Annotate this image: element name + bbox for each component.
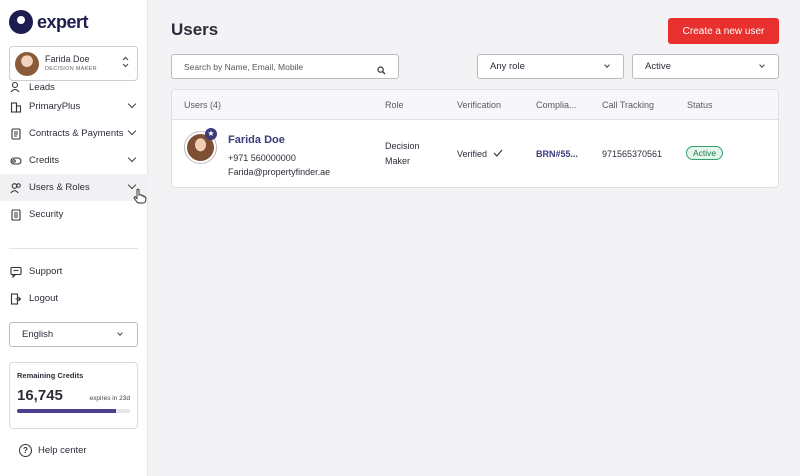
account-switcher[interactable]: Farida Doe DECISION MAKER xyxy=(9,46,138,81)
user-email: Farida@propertyfinder.ae xyxy=(228,167,331,177)
chevron-down-icon xyxy=(759,62,765,68)
sidebar-item-label: Contracts & Payments xyxy=(29,128,124,139)
chevron-down-icon xyxy=(117,330,123,336)
search-field[interactable] xyxy=(171,54,399,79)
credits-value: 16,745 xyxy=(17,387,63,404)
page-title: Users xyxy=(171,20,219,39)
status-badge: Active xyxy=(686,146,724,160)
sidebar-item-label: Users & Roles xyxy=(29,182,90,193)
search-icon[interactable] xyxy=(377,62,386,80)
logo-mark-icon xyxy=(9,10,33,34)
sidebar-item-label: Leads xyxy=(29,82,55,93)
credits-progress-fill xyxy=(17,409,117,413)
status-filter-select[interactable]: Active xyxy=(632,54,779,79)
sidebar-item-support[interactable]: Support xyxy=(0,258,148,285)
header-role: Role xyxy=(385,100,404,110)
sidebar-item-label: Credits xyxy=(29,155,60,166)
table-row[interactable]: ★ Farida Doe +971 560000000 Farida@prope… xyxy=(172,120,778,187)
help-center-label: Help center xyxy=(38,445,87,456)
create-new-user-button[interactable]: Create a new user xyxy=(668,18,779,44)
leads-icon xyxy=(10,81,22,93)
header-compliance: Complia... xyxy=(536,100,577,110)
user-role-line2: Maker xyxy=(385,156,411,166)
role-filter-select[interactable]: Any role xyxy=(477,54,624,79)
brand-name: expert xyxy=(37,11,89,32)
language-select[interactable]: English xyxy=(9,322,138,347)
chevron-down-icon xyxy=(604,62,610,68)
security-document-icon xyxy=(10,208,22,221)
hand-pointer-cursor-icon xyxy=(133,188,147,209)
account-name: Farida Doe xyxy=(45,53,90,64)
sidebar-item-leads[interactable]: Leads xyxy=(0,81,148,93)
sidebar-nav: Leads PrimaryPlus Contracts & Payments C… xyxy=(0,81,148,228)
sidebar-item-label: Logout xyxy=(29,293,59,304)
language-value: English xyxy=(22,329,54,340)
chat-icon xyxy=(10,266,22,278)
header-call-tracking: Call Tracking xyxy=(602,100,655,110)
document-icon xyxy=(10,127,22,140)
header-verification: Verification xyxy=(457,100,502,110)
credits-title: Remaining Credits xyxy=(17,371,84,380)
sidebar-item-contracts-payments[interactable]: Contracts & Payments xyxy=(0,120,148,147)
table-header: Users (4) Role Verification Complia... C… xyxy=(172,90,778,120)
header-users: Users (4) xyxy=(184,100,222,110)
remaining-credits-card: Remaining Credits 16,745 expires in 23d xyxy=(9,362,138,429)
sidebar-item-users-roles[interactable]: Users & Roles xyxy=(0,174,148,201)
building-icon xyxy=(10,101,22,113)
sidebar-item-primaryplus[interactable]: PrimaryPlus xyxy=(0,93,148,120)
sidebar-item-label: PrimaryPlus xyxy=(29,101,81,112)
call-tracking-number: 971565370561 xyxy=(602,149,663,159)
verification-status: Verified xyxy=(457,149,488,159)
credits-expiry: expires in 23d xyxy=(89,395,130,402)
help-icon: ? xyxy=(19,444,32,457)
coins-icon xyxy=(10,155,22,167)
compliance-brn-link[interactable]: BRN#55... xyxy=(536,149,578,159)
sidebar-item-credits[interactable]: Credits xyxy=(0,147,148,174)
credits-progress-bar xyxy=(17,409,130,413)
chevron-down-icon xyxy=(127,126,137,136)
chevron-down-icon xyxy=(127,99,137,109)
sidebar-secondary-nav: Support Logout xyxy=(0,258,148,312)
sidebar-item-logout[interactable]: Logout xyxy=(0,285,148,312)
sidebar: expert Farida Doe DECISION MAKER Leads P… xyxy=(0,0,148,476)
sidebar-item-label: Security xyxy=(29,209,64,220)
sidebar-item-security[interactable]: Security xyxy=(0,201,148,228)
user-phone: +971 560000000 xyxy=(228,153,296,163)
user-role-line1: Decision xyxy=(385,141,420,151)
status-filter-value: Active xyxy=(645,61,671,72)
header-status: Status xyxy=(687,100,713,110)
sidebar-divider xyxy=(9,248,138,249)
avatar xyxy=(15,51,39,76)
help-center-link[interactable]: ? Help center xyxy=(19,444,87,457)
checkmark-icon xyxy=(493,149,503,159)
star-badge-icon: ★ xyxy=(205,128,217,140)
role-filter-value: Any role xyxy=(490,61,525,72)
user-name-link[interactable]: Farida Doe xyxy=(228,134,285,146)
users-table: Users (4) Role Verification Complia... C… xyxy=(171,89,779,188)
account-role: DECISION MAKER xyxy=(45,65,97,72)
users-icon xyxy=(10,182,22,194)
brand-logo[interactable]: expert xyxy=(9,10,89,34)
chevron-up-down-icon xyxy=(122,56,129,69)
sidebar-item-label: Support xyxy=(29,266,63,277)
chevron-down-icon xyxy=(127,153,137,163)
logout-icon xyxy=(10,292,22,305)
search-input[interactable] xyxy=(172,55,362,78)
